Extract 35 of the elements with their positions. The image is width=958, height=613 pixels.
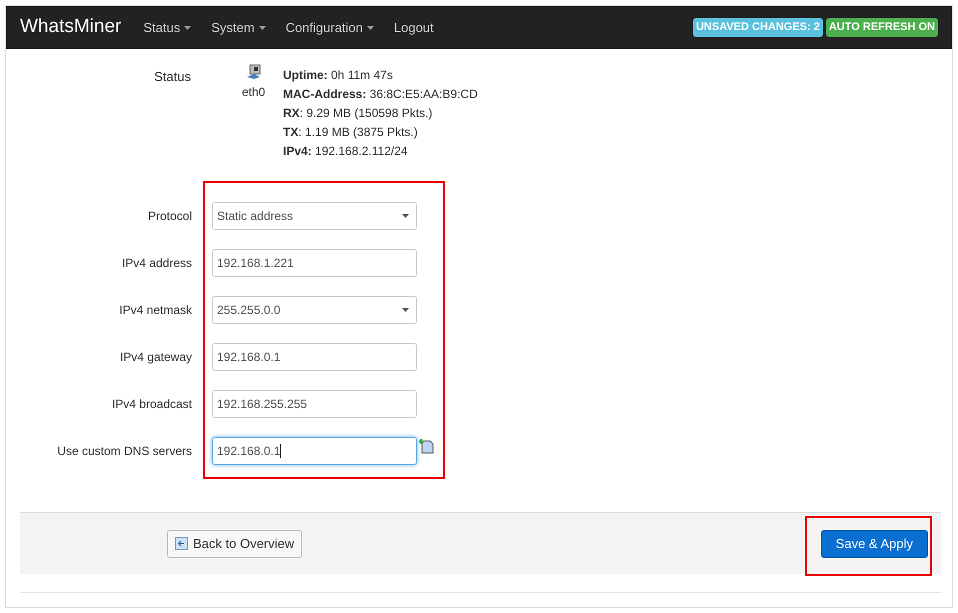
status-detail: TX: 1.19 MB (3875 Pkts.): [283, 124, 419, 141]
status-label: Status: [153, 68, 191, 86]
interface-name: eth0: [242, 84, 266, 101]
input-field[interactable]: 192.168.0.1: [212, 343, 417, 371]
select-field[interactable]: 255.255.0.0: [212, 296, 417, 324]
caret-icon: [184, 26, 192, 30]
status-badge: UNSAVED CHANGES: 2: [692, 18, 823, 37]
field-label: Use custom DNS servers: [56, 443, 192, 460]
caret-icon: [402, 308, 409, 312]
caret-icon: [258, 26, 266, 30]
input-field[interactable]: 192.168.255.255: [212, 390, 417, 418]
nav-menu-item[interactable]: Logout: [394, 18, 434, 38]
add-entry-icon[interactable]: [419, 438, 434, 454]
select-field[interactable]: Static address: [212, 202, 417, 230]
caret-icon: [402, 214, 409, 218]
nav-menu-item[interactable]: Status: [143, 18, 192, 38]
field-label: IPv4 gateway: [118, 349, 192, 366]
input-field[interactable]: 192.168.1.221: [212, 249, 417, 277]
status-detail: RX: 9.29 MB (150598 Pkts.): [283, 105, 434, 122]
field-label: IPv4 address: [120, 255, 192, 272]
save-apply-button[interactable]: Save & Apply: [820, 530, 928, 558]
field-label: IPv4 broadcast: [110, 396, 192, 413]
back-button[interactable]: Back to Overview: [167, 530, 302, 558]
status-detail: IPv4: 192.168.2.112/24: [283, 143, 409, 160]
network-port-icon: [246, 64, 262, 80]
status-badge: AUTO REFRESH ON: [826, 18, 938, 37]
nav-menu-item[interactable]: System: [211, 18, 266, 38]
caret-icon: [366, 26, 374, 30]
field-label: IPv4 netmask: [118, 302, 192, 319]
field-label: Protocol: [146, 208, 192, 225]
input-field[interactable]: 192.168.0.1: [212, 437, 417, 465]
nav-menu-item[interactable]: Configuration: [286, 18, 374, 38]
status-detail: Uptime: 0h 11m 47s: [283, 67, 394, 84]
brand-title: WhatsMiner: [20, 15, 122, 40]
status-detail: MAC-Address: 36:8C:E5:AA:B9:CD: [283, 86, 478, 103]
